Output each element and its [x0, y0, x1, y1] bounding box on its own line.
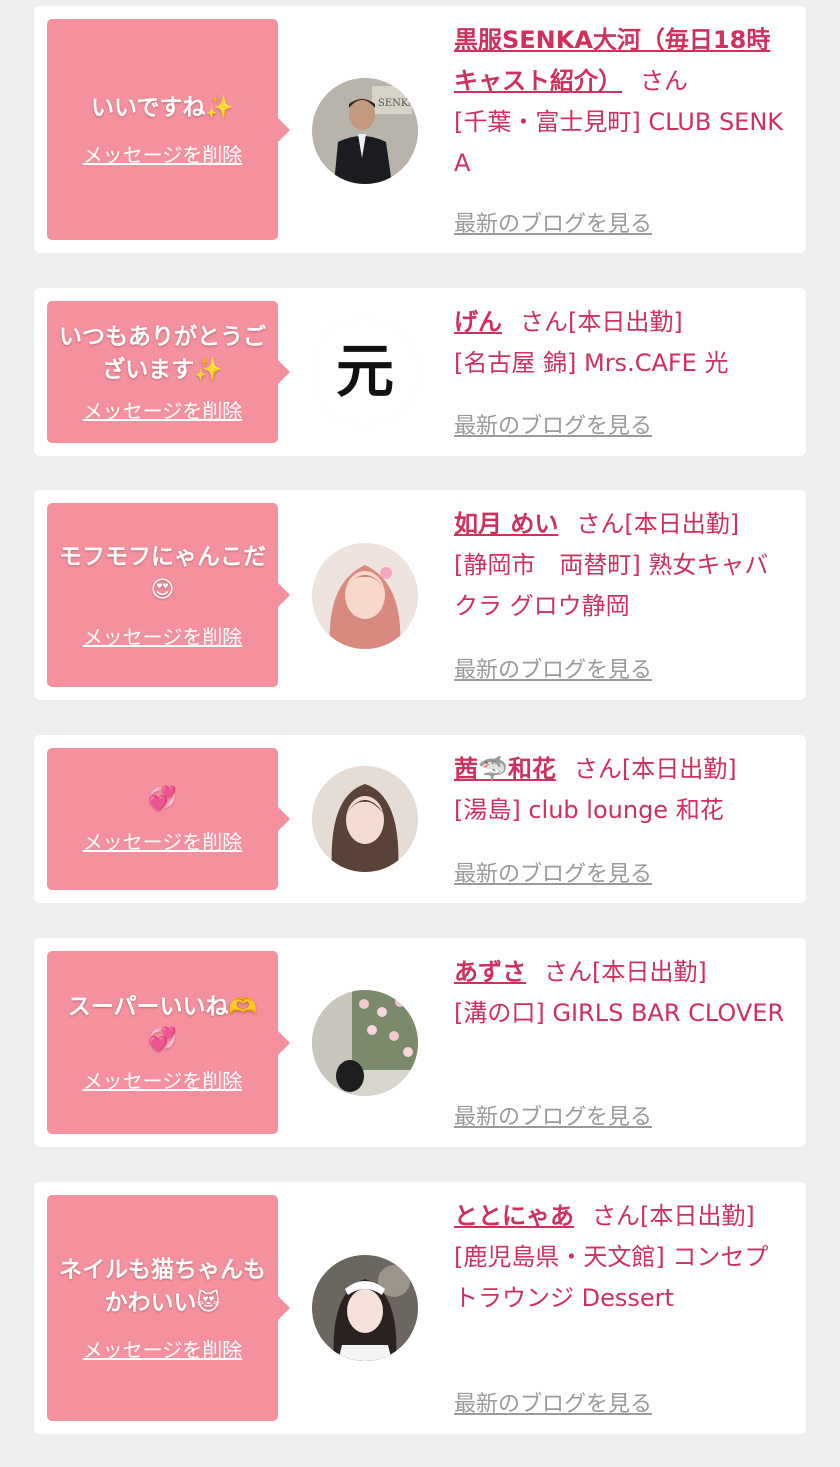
cast-name-link[interactable]: 如月 めい	[454, 510, 558, 538]
attendance-status: [本日出勤]	[621, 755, 737, 783]
cast-name-link[interactable]: ととにゃあ	[454, 1202, 574, 1230]
woman-pink-hair-image	[312, 543, 418, 649]
message-bubble: ネイルも猫ちゃんもかわいい😻 メッセージを削除	[47, 1195, 290, 1421]
man-in-suit-image: SENKA	[312, 78, 418, 184]
cast-info: 茜🦈和花 さん[本日出勤] [湯島] club lounge 和花	[454, 749, 788, 831]
calligraphy-character: 元	[336, 337, 394, 405]
avatar[interactable]: 元	[312, 319, 418, 425]
avatar[interactable]	[312, 543, 418, 649]
shop-name: [千葉・富士見町] CLUB SENKA	[454, 108, 784, 177]
message-bubble: いいですね✨ メッセージを削除	[47, 19, 290, 240]
cast-name-line: ととにゃあ さん[本日出勤]	[454, 1196, 788, 1237]
shop-name: [湯島] club lounge 和花	[454, 796, 724, 824]
san-suffix: さん	[576, 510, 625, 538]
cast-name-link[interactable]: あずさ	[454, 958, 526, 986]
messages-list: いいですね✨ メッセージを削除 SENKA 黒服SENKA大河（毎日18時キャス…	[0, 0, 840, 1467]
message-card: いいですね✨ メッセージを削除 SENKA 黒服SENKA大河（毎日18時キャス…	[34, 6, 806, 253]
delete-message-link[interactable]: メッセージを削除	[83, 395, 243, 424]
cast-name-line: 如月 めい さん[本日出勤]	[454, 504, 788, 545]
avatar[interactable]: SENKA	[312, 78, 418, 184]
message-card: スーパーいいね🫶💞 メッセージを削除 あずさ さん[本日出勤] [溝の口] GIR	[34, 938, 806, 1147]
san-suffix: さん	[520, 308, 568, 336]
san-suffix: さん	[592, 1202, 640, 1230]
delete-message-link[interactable]: メッセージを削除	[83, 826, 243, 855]
attendance-status: [本日出勤]	[624, 510, 740, 538]
latest-blog-link[interactable]: 最新のブログを見る	[454, 1386, 652, 1418]
calligraphy-logo-image: 元	[312, 319, 418, 425]
shop-name: [鹿児島県・天文館] コンセプトラウンジ Dessert	[454, 1243, 769, 1312]
latest-blog-link[interactable]: 最新のブログを見る	[454, 206, 652, 238]
delete-message-link[interactable]: メッセージを削除	[83, 1065, 243, 1094]
shop-name: [溝の口] GIRLS BAR CLOVER	[454, 999, 785, 1027]
message-text: モフモフにゃんこだ😍	[59, 543, 266, 603]
cast-info: ととにゃあ さん[本日出勤] [鹿児島県・天文館] コンセプトラウンジ Desse…	[454, 1196, 788, 1319]
delete-message-link[interactable]: メッセージを削除	[83, 621, 243, 650]
message-bubble: モフモフにゃんこだ😍 メッセージを削除	[47, 503, 290, 687]
cast-name-line: げん さん[本日出勤]	[454, 302, 788, 343]
latest-blog-link[interactable]: 最新のブログを見る	[454, 856, 652, 888]
message-card: 💞 メッセージを削除 茜🦈和花 さん[本日出勤] [湯島] club lounge…	[34, 735, 806, 903]
latest-blog-link[interactable]: 最新のブログを見る	[454, 408, 652, 440]
delete-message-link[interactable]: メッセージを削除	[83, 139, 243, 168]
message-text: いいですね✨	[91, 94, 234, 121]
maid-costume-image	[312, 1255, 418, 1361]
avatar[interactable]	[312, 766, 418, 872]
flower-wall-image	[312, 990, 418, 1096]
cast-name-line: あずさ さん[本日出勤]	[454, 952, 788, 993]
cast-name-line: 黒服SENKA大河（毎日18時キャスト紹介） さん	[454, 20, 788, 102]
svg-text:SENKA: SENKA	[378, 98, 416, 109]
attendance-status: [本日出勤]	[568, 308, 683, 336]
attendance-status: [本日出勤]	[592, 958, 707, 986]
san-suffix: さん	[573, 755, 622, 783]
cast-name-line: 茜🦈和花 さん[本日出勤]	[454, 749, 788, 790]
message-card: いつもありがとうございます✨ メッセージを削除 元 げん さん[本日出勤] [名古…	[34, 288, 806, 456]
latest-blog-link[interactable]: 最新のブログを見る	[454, 652, 652, 684]
shop-name: [名古屋 錦] Mrs.CAFE 光	[454, 349, 729, 377]
message-text: いつもありがとうございます✨	[59, 323, 266, 383]
cast-info: げん さん[本日出勤] [名古屋 錦] Mrs.CAFE 光	[454, 302, 788, 384]
message-bubble: いつもありがとうございます✨ メッセージを削除	[47, 301, 290, 443]
shop-name: [静岡市 両替町] 熟女キャバクラ グロウ静岡	[454, 551, 769, 620]
message-bubble: 💞 メッセージを削除	[47, 748, 290, 890]
cast-info: 如月 めい さん[本日出勤] [静岡市 両替町] 熟女キャバクラ グロウ静岡	[454, 504, 788, 627]
cast-name-link[interactable]: 黒服SENKA大河（毎日18時キャスト紹介）	[454, 26, 770, 95]
message-text: ネイルも猫ちゃんもかわいい😻	[59, 1256, 266, 1316]
san-suffix: さん	[640, 67, 688, 95]
message-bubble: スーパーいいね🫶💞 メッセージを削除	[47, 951, 290, 1134]
cast-name-link[interactable]: げん	[454, 308, 502, 336]
san-suffix: さん	[544, 958, 592, 986]
delete-message-link[interactable]: メッセージを削除	[83, 1334, 243, 1363]
attendance-status: [本日出勤]	[640, 1202, 755, 1230]
latest-blog-link[interactable]: 最新のブログを見る	[454, 1099, 652, 1131]
avatar[interactable]	[312, 1255, 418, 1361]
message-card: ネイルも猫ちゃんもかわいい😻 メッセージを削除 ととにゃあ さん[本日出勤] [鹿…	[34, 1182, 806, 1434]
message-text: 💞	[148, 786, 177, 812]
cast-name-link[interactable]: 茜🦈和花	[454, 755, 556, 783]
woman-portrait-image	[312, 766, 418, 872]
cast-info: 黒服SENKA大河（毎日18時キャスト紹介） さん [千葉・富士見町] CLUB …	[454, 20, 788, 184]
message-text: スーパーいいね🫶💞	[67, 994, 258, 1053]
message-card: モフモフにゃんこだ😍 メッセージを削除 如月 めい さん[本日出勤] [静岡市 両…	[34, 490, 806, 700]
cast-info: あずさ さん[本日出勤] [溝の口] GIRLS BAR CLOVER	[454, 952, 788, 1034]
avatar[interactable]	[312, 990, 418, 1096]
